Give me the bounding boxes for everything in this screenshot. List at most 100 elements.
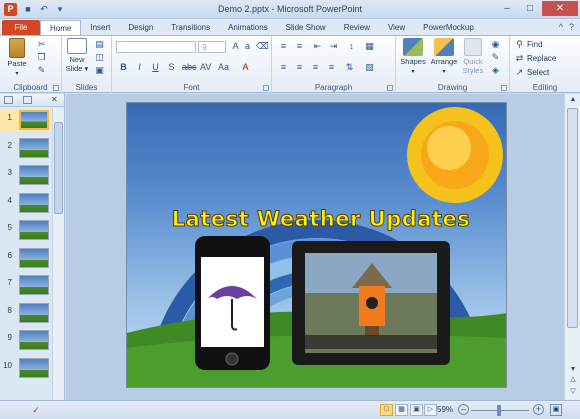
- slide-thumbnail[interactable]: 1: [0, 109, 56, 131]
- format-painter-icon[interactable]: ✎: [36, 65, 47, 75]
- char-spacing-icon[interactable]: AV: [200, 62, 211, 72]
- slides-tab-icon[interactable]: [4, 96, 13, 104]
- close-pane-icon[interactable]: ✕: [51, 96, 60, 104]
- replace-icon[interactable]: ⇄: [514, 53, 525, 63]
- slide-title[interactable]: Latest Weather Updates: [161, 207, 481, 232]
- decrease-indent-icon[interactable]: ⇤: [312, 41, 323, 51]
- align-right-icon[interactable]: ≡: [310, 62, 321, 72]
- shadow-icon[interactable]: S: [166, 62, 177, 72]
- slide-thumbnail[interactable]: 5: [0, 219, 56, 241]
- text-direction-icon[interactable]: ⇅: [344, 62, 355, 72]
- slide-thumbnail[interactable]: 4: [0, 192, 56, 214]
- line-spacing-icon[interactable]: ↕: [346, 41, 357, 51]
- drawing-launcher[interactable]: [501, 85, 507, 91]
- tab-home[interactable]: Home: [40, 20, 82, 35]
- shape-fill-icon[interactable]: ◉: [490, 39, 501, 49]
- grow-font-icon[interactable]: A: [230, 41, 241, 51]
- slides-pane-scrollbar[interactable]: [52, 108, 64, 400]
- shape-effects-icon[interactable]: ◈: [490, 65, 501, 75]
- tab-powermockup[interactable]: PowerMockup: [414, 20, 483, 35]
- italic-icon[interactable]: I: [134, 62, 145, 72]
- bold-icon[interactable]: B: [118, 62, 129, 72]
- slide-thumbnail[interactable]: 8: [0, 302, 56, 324]
- save-icon[interactable]: ■: [22, 3, 34, 15]
- scroll-up-icon[interactable]: ▲: [565, 94, 580, 106]
- slide-thumbnail[interactable]: 6: [0, 247, 56, 269]
- replace-button[interactable]: Replace: [527, 54, 556, 63]
- tab-file[interactable]: File: [2, 20, 40, 35]
- section-icon[interactable]: ▣: [94, 65, 105, 75]
- justify-icon[interactable]: ≡: [326, 62, 337, 72]
- spelling-check-icon[interactable]: ✓: [30, 404, 42, 416]
- slide-canvas[interactable]: Latest Weather Updates: [126, 102, 507, 388]
- main-scrollbar[interactable]: ▲ ▼ △ ▽: [564, 94, 580, 400]
- paragraph-launcher[interactable]: [387, 85, 393, 91]
- bullets-icon[interactable]: ≡: [278, 41, 289, 51]
- shape-outline-icon[interactable]: ✎: [490, 52, 501, 62]
- font-size-field[interactable]: 9: [198, 41, 226, 53]
- tab-transitions[interactable]: Transitions: [162, 20, 219, 35]
- clear-format-icon[interactable]: ⌫: [256, 41, 269, 51]
- select-button[interactable]: Select: [527, 68, 549, 77]
- align-left-icon[interactable]: ≡: [278, 62, 289, 72]
- slide-thumbnail[interactable]: 10: [0, 357, 56, 379]
- outline-tab-icon[interactable]: [23, 96, 32, 104]
- redo-icon[interactable]: ▾: [54, 3, 66, 15]
- zoom-out-button[interactable]: –: [458, 404, 469, 415]
- reading-view-button[interactable]: ▣: [410, 404, 423, 416]
- change-case-icon[interactable]: Aa: [218, 62, 229, 72]
- tab-insert[interactable]: Insert: [81, 20, 119, 35]
- next-slide-icon[interactable]: ▽: [565, 386, 580, 398]
- new-slide-button[interactable]: New Slide ▾: [64, 38, 90, 73]
- zoom-level[interactable]: 59%: [437, 405, 453, 414]
- layout-icon[interactable]: ▤: [94, 39, 105, 49]
- columns-icon[interactable]: ▦: [364, 41, 375, 51]
- paste-button[interactable]: Paste ▾: [4, 38, 30, 79]
- find-icon[interactable]: ⚲: [514, 39, 525, 49]
- reset-icon[interactable]: ◫: [94, 52, 105, 62]
- powerpoint-icon[interactable]: P: [4, 3, 17, 16]
- tab-view[interactable]: View: [379, 20, 414, 35]
- numbering-icon[interactable]: ≡: [294, 41, 305, 51]
- find-button[interactable]: Find: [527, 40, 543, 49]
- arrange-button[interactable]: Arrange ▾: [428, 38, 460, 77]
- tab-slide-show[interactable]: Slide Show: [277, 20, 335, 35]
- tab-review[interactable]: Review: [335, 20, 379, 35]
- normal-view-button[interactable]: □: [380, 404, 393, 416]
- minimize-button[interactable]: –: [496, 1, 518, 16]
- slide-thumbnail[interactable]: 3: [0, 164, 56, 186]
- fit-slide-button[interactable]: ▣: [550, 404, 562, 416]
- maximize-button[interactable]: □: [519, 1, 541, 16]
- strikethrough-icon[interactable]: abc: [182, 62, 197, 72]
- shapes-button[interactable]: Shapes ▾: [398, 38, 428, 77]
- minimize-ribbon-icon[interactable]: ^: [559, 20, 563, 35]
- slide-sorter-view-button[interactable]: ▦: [395, 404, 408, 416]
- zoom-in-button[interactable]: +: [533, 404, 544, 415]
- zoom-slider-knob[interactable]: [497, 405, 501, 416]
- smartart-icon[interactable]: ▧: [364, 62, 375, 72]
- previous-slide-icon[interactable]: △: [565, 374, 580, 386]
- slide-show-view-button[interactable]: ▷: [424, 404, 437, 416]
- font-color-icon[interactable]: A: [240, 62, 251, 72]
- undo-icon[interactable]: ↶: [38, 3, 50, 15]
- help-icon[interactable]: ?: [569, 20, 574, 35]
- slide-thumbnail[interactable]: 7: [0, 274, 56, 296]
- select-icon[interactable]: ↗: [514, 67, 525, 77]
- copy-icon[interactable]: ❐: [36, 52, 47, 62]
- font-launcher[interactable]: [263, 85, 269, 91]
- main-scroll-thumb[interactable]: [567, 108, 578, 328]
- quick-styles-button[interactable]: Quick Styles: [460, 38, 486, 75]
- align-center-icon[interactable]: ≡: [294, 62, 305, 72]
- cut-icon[interactable]: ✂: [36, 39, 47, 49]
- slides-pane-scroll-thumb[interactable]: [54, 122, 63, 214]
- tab-animations[interactable]: Animations: [219, 20, 277, 35]
- tab-design[interactable]: Design: [119, 20, 162, 35]
- increase-indent-icon[interactable]: ⇥: [328, 41, 339, 51]
- slide-thumbnail[interactable]: 2: [0, 137, 56, 159]
- underline-icon[interactable]: U: [150, 62, 161, 72]
- font-name-field[interactable]: [116, 41, 196, 53]
- slide-thumbnail[interactable]: 9: [0, 329, 56, 351]
- shrink-font-icon[interactable]: a: [242, 41, 253, 51]
- close-button[interactable]: ✕: [542, 1, 578, 16]
- clipboard-launcher[interactable]: [53, 85, 59, 91]
